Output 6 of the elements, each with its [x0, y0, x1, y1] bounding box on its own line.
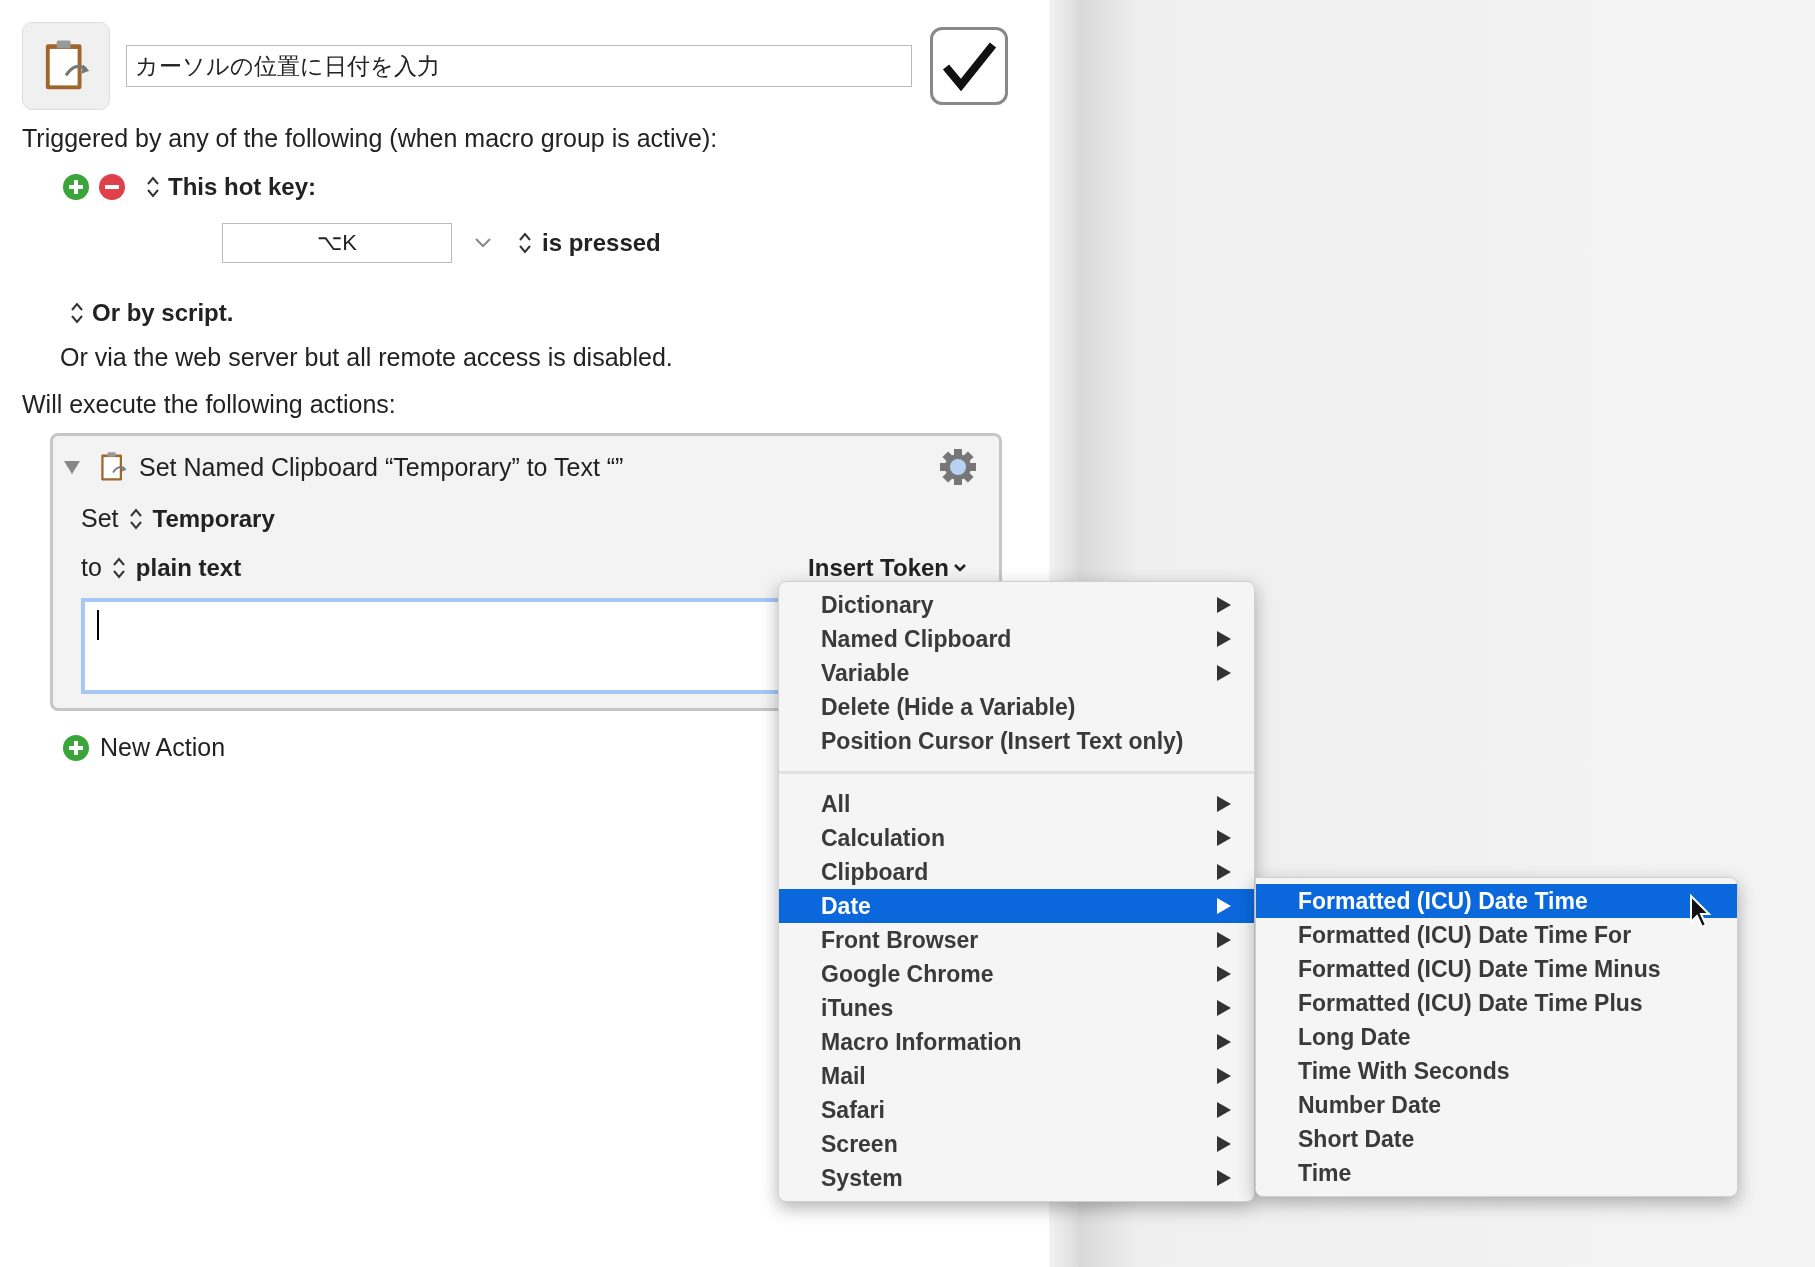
- trigger-intro-text: Triggered by any of the following (when macro group is active):: [22, 124, 719, 153]
- set-label: Set: [81, 504, 119, 533]
- to-label: to: [81, 553, 102, 582]
- web-server-note: Or via the web server but all remote access is disabled.: [60, 343, 674, 372]
- action-title: Set Named Clipboard “Temporary” to Text “”: [139, 452, 625, 482]
- actions-intro-text: Will execute the following actions:: [22, 390, 397, 419]
